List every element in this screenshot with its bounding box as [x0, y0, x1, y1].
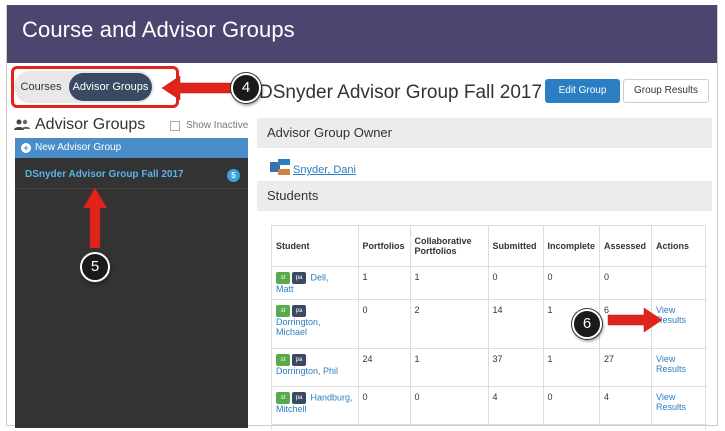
view-results-link-cont[interactable]: Results	[656, 364, 686, 374]
annotation-highlight-box	[11, 66, 179, 108]
submitted-cell: 14	[487, 299, 543, 349]
actions-cell: View Results	[651, 348, 707, 387]
col-submitted: Submitted	[487, 226, 543, 267]
show-inactive-toggle[interactable]: Show Inactive	[170, 120, 248, 131]
table-row: st pa Dell, Matt 1 1 0 0 0	[272, 266, 707, 300]
portfolios-cell: 0	[357, 386, 410, 425]
col-incomplete: Incomplete	[542, 226, 600, 267]
page-header-title: Course and Advisor Groups	[22, 17, 295, 42]
portfolio-access-chip: pa	[292, 271, 306, 284]
view-results-link-cont[interactable]: Results	[656, 315, 686, 325]
collab-cell: 1	[409, 266, 488, 300]
table-row: st pa Handburg, Mitchell 0 0 4 0 4 View R…	[272, 386, 707, 425]
sidebar-divider	[15, 188, 248, 189]
submitted-cell: 0	[487, 266, 543, 300]
portfolio-access-chip: pa	[292, 391, 306, 404]
portfolios-cell: 24	[357, 348, 410, 387]
col-actions: Actions	[651, 226, 707, 267]
student-cell: st pa Handburg, Mitchell	[272, 386, 358, 425]
student-link-cont[interactable]: Michael	[276, 327, 307, 337]
submitted-cell: 37	[487, 348, 543, 387]
assessed-cell: 6	[599, 299, 652, 349]
show-inactive-checkbox[interactable]	[170, 120, 180, 131]
student-link[interactable]: Handburg,	[311, 392, 353, 402]
student-link[interactable]: Dorrington, Phil	[276, 366, 338, 376]
sidebar-item-group[interactable]: DSnyder Advisor Group Fall 2017 5	[15, 164, 248, 186]
actions-cell: View Results	[651, 299, 707, 349]
callout-4: 4	[231, 73, 261, 103]
student-link-cont[interactable]: Matt	[276, 284, 294, 294]
app-header: Course and Advisor Groups	[7, 5, 717, 63]
student-role-chip: st	[276, 271, 290, 284]
edit-group-button[interactable]: Edit Group	[545, 79, 620, 103]
col-portfolios: Portfolios	[357, 226, 410, 267]
student-role-chip: st	[276, 391, 290, 404]
users-icon	[14, 119, 30, 130]
assessed-cell: 4	[599, 386, 652, 425]
group-count-badge: 5	[227, 169, 240, 182]
submitted-cell: 4	[487, 386, 543, 425]
new-advisor-group-button[interactable]: + New Advisor Group	[15, 138, 248, 158]
plus-icon: +	[21, 143, 31, 153]
students-section-header: Students	[257, 181, 712, 211]
owner-section-header: Advisor Group Owner	[257, 118, 712, 148]
sidebar-title: Advisor Groups	[35, 116, 146, 133]
table-row: st pa Dorrington, Phil 24 1 37 1 27 View …	[272, 348, 707, 387]
students-table: Student Portfolios Collaborative Portfol…	[271, 225, 707, 430]
collab-cell: 1	[409, 348, 488, 387]
student-role-chip: st	[276, 304, 290, 317]
sidebar-item-label: DSnyder Advisor Group Fall 2017	[25, 169, 184, 180]
col-assessed: Assessed	[599, 226, 652, 267]
actions-cell: View Results	[651, 386, 707, 425]
col-student: Student	[272, 226, 358, 267]
owner-name-link[interactable]: Snyder, Dani	[293, 164, 356, 176]
student-link-cont[interactable]: Mitchell	[276, 404, 307, 414]
incomplete-cell: 0	[542, 266, 600, 300]
view-results-link[interactable]: View	[656, 354, 675, 364]
assessed-cell: 27	[599, 348, 652, 387]
col-collaborative-portfolios: Collaborative Portfolios	[409, 226, 488, 267]
sidebar: + New Advisor Group DSnyder Advisor Grou…	[15, 138, 248, 428]
view-results-link[interactable]: View	[656, 305, 675, 315]
new-advisor-group-label: New Advisor Group	[35, 142, 122, 153]
student-link[interactable]: Dell,	[311, 272, 329, 282]
table-header-row: Student Portfolios Collaborative Portfol…	[272, 226, 707, 267]
incomplete-cell: 1	[542, 348, 600, 387]
portfolios-cell: 1	[357, 266, 410, 300]
group-results-button[interactable]: Group Results	[623, 79, 709, 103]
portfolio-access-chip: pa	[292, 304, 306, 317]
show-inactive-label: Show Inactive	[186, 120, 249, 131]
owner-role-icon	[270, 159, 290, 175]
page-title: DSnyder Advisor Group Fall 2017	[259, 82, 543, 103]
actions-cell	[651, 266, 707, 300]
student-cell: st pa Dell, Matt	[272, 266, 358, 300]
assessed-cell: 0	[599, 266, 652, 300]
callout-6: 6	[572, 309, 602, 339]
portfolio-access-chip: pa	[292, 353, 306, 366]
callout-5: 5	[80, 252, 110, 282]
incomplete-cell: 0	[542, 386, 600, 425]
view-results-link[interactable]: View	[656, 392, 675, 402]
owner-row: Snyder, Dani	[270, 158, 356, 176]
view-results-link-cont[interactable]: Results	[656, 402, 686, 412]
student-role-chip: st	[276, 353, 290, 366]
portfolios-cell: 0	[357, 299, 410, 349]
student-cell: st pa Dorrington, Michael	[272, 299, 358, 349]
sidebar-heading: Advisor Groups	[14, 116, 145, 134]
table-row: st pa Dorrington, Michael 0 2 14 1 6 View…	[272, 299, 707, 349]
student-cell: st pa Dorrington, Phil	[272, 348, 358, 387]
collab-cell: 0	[409, 386, 488, 425]
collab-cell: 2	[409, 299, 488, 349]
student-link[interactable]: Dorrington,	[276, 317, 321, 327]
